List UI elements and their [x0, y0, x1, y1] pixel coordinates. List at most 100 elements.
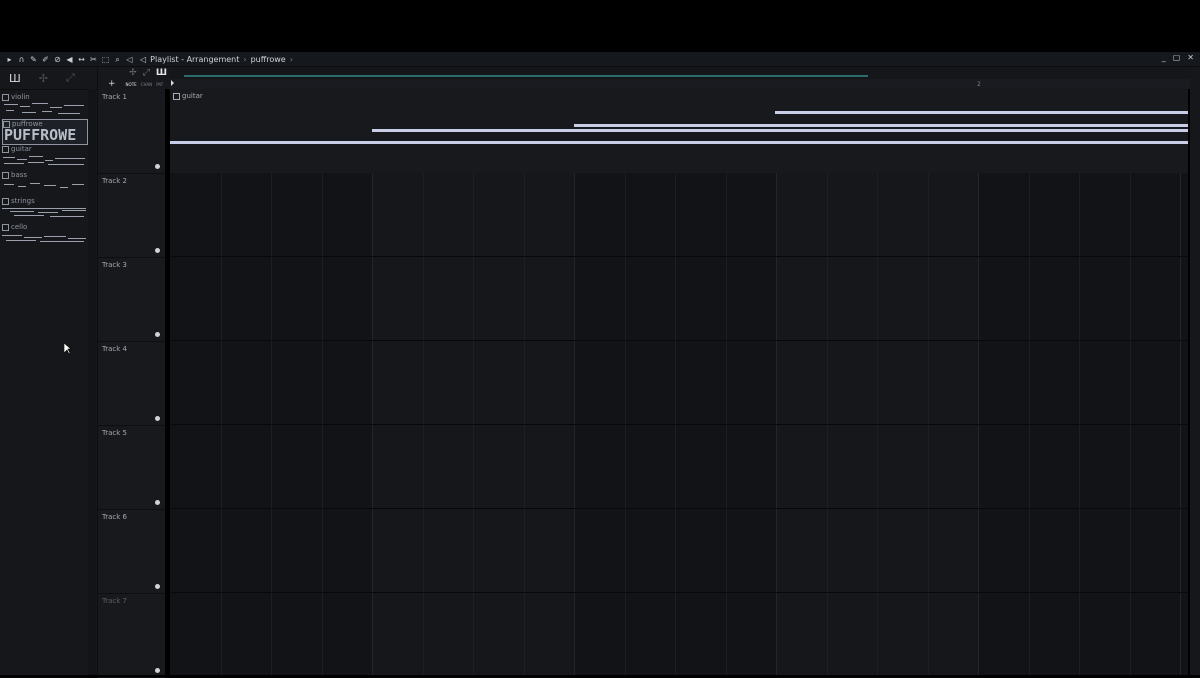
close-button[interactable]: ✕: [1187, 53, 1194, 62]
track-enable-button[interactable]: [155, 584, 160, 589]
pattern-icon: [2, 145, 9, 153]
minimize-button[interactable]: _: [1162, 53, 1166, 62]
pattern-list: violin puffrowe PUFFROWE guitar bass str…: [2, 93, 88, 249]
track-name: Track 6: [102, 513, 127, 521]
mute-icon[interactable]: ◀: [65, 55, 74, 64]
track-row-divider: [170, 340, 1188, 341]
pattern-item-violin[interactable]: violin: [2, 93, 88, 119]
pattern-preview: [2, 180, 86, 194]
grid-column-line: [220, 89, 222, 675]
mode-pat[interactable]: PAT: [156, 82, 163, 87]
pattern-preview: [2, 102, 86, 116]
piano-roll-tool-icon[interactable]: Ш: [9, 72, 21, 85]
track-header[interactable]: Track 4: [98, 341, 165, 426]
letterbox-top: [0, 0, 1200, 52]
breadcrumb-separator-icon: ›: [243, 54, 247, 64]
grid-column-line: [1079, 89, 1080, 675]
grid-column-line: [271, 89, 272, 675]
select-icon[interactable]: ⬚: [101, 55, 110, 64]
track-header[interactable]: Track 5: [98, 425, 165, 510]
pattern-item-guitar[interactable]: guitar: [2, 145, 88, 171]
window-controls: _ ▢ ✕: [1162, 53, 1194, 62]
playlist-tools: ✢ ⤢ Ш + NOTE CHAN PAT: [98, 67, 170, 89]
track-header[interactable]: Track 3: [98, 257, 165, 342]
grid-column-line: [1028, 89, 1030, 675]
add-track-button[interactable]: +: [108, 79, 116, 89]
track-name: Track 4: [102, 345, 127, 353]
breadcrumb-pattern[interactable]: puffrowe: [251, 55, 286, 64]
grid-column-line: [877, 89, 878, 675]
maximize-button[interactable]: ▢: [1173, 53, 1181, 62]
zoom-icon[interactable]: ⌕: [113, 55, 122, 64]
time-ruler[interactable]: 2: [170, 79, 1190, 89]
browser-scrollbar[interactable]: [88, 89, 96, 675]
clip-note: [170, 141, 1188, 144]
breadcrumb-playlist[interactable]: Playlist - Arrangement: [150, 55, 239, 64]
track-enable-button[interactable]: [155, 500, 160, 505]
grid-column-line: [473, 89, 474, 675]
breadcrumb: ◁ Playlist - Arrangement › puffrowe ›: [140, 55, 293, 64]
clip-note: [372, 129, 1188, 132]
move-tool-icon[interactable]: ✢: [39, 72, 48, 85]
mouse-cursor-icon: [64, 343, 72, 355]
bar-number: 2: [977, 81, 981, 88]
track-enable-button[interactable]: [155, 416, 160, 421]
grid-column-line: [1129, 89, 1131, 675]
mode-chan[interactable]: CHAN: [141, 82, 153, 87]
slice-icon[interactable]: ✂: [89, 55, 98, 64]
track-name: Track 7: [102, 597, 127, 605]
piano-icon[interactable]: Ш: [156, 68, 167, 78]
playhead-marker-icon[interactable]: [171, 80, 174, 86]
track-name: Track 2: [102, 177, 127, 185]
clip-note: [574, 124, 1188, 127]
delete-icon[interactable]: ⊘: [53, 55, 62, 64]
pattern-icon: [173, 92, 180, 100]
track-enable-button[interactable]: [155, 332, 160, 337]
track-header[interactable]: Track 6: [98, 509, 165, 594]
pattern-name: strings: [11, 197, 35, 205]
grid-column-line: [574, 89, 575, 675]
pattern-item-puffrowe[interactable]: puffrowe PUFFROWE: [2, 119, 88, 145]
grid-column-line: [422, 89, 424, 675]
playlist-grid[interactable]: guitar: [170, 89, 1188, 675]
clip-label: guitar: [173, 92, 203, 100]
magnet-icon[interactable]: ∩: [17, 55, 26, 64]
pattern-big-label: PUFFROWE: [4, 126, 77, 144]
track-header[interactable]: Track 1: [98, 89, 165, 174]
track-row-divider: [170, 256, 1188, 257]
grid-column-line: [624, 89, 626, 675]
move-icon[interactable]: ✢: [129, 68, 137, 78]
title-bar: ▸ ∩ ✎ ✐ ⊘ ◀ ↔ ✂ ⬚ ⌕ ◁ ◁ Playlist - Arran…: [0, 52, 1200, 67]
vertical-scrollbar[interactable]: [1190, 67, 1200, 675]
speaker-icon[interactable]: ◁: [125, 55, 134, 64]
track-enable-button[interactable]: [155, 248, 160, 253]
breadcrumb-separator-icon: ›: [289, 54, 293, 64]
pattern-item-bass[interactable]: bass: [2, 171, 88, 197]
pattern-icon: [2, 223, 9, 231]
track-header[interactable]: Track 2: [98, 173, 165, 258]
timeline[interactable]: 2: [170, 67, 1190, 89]
grid-column-line: [523, 89, 525, 675]
grid-column-line: [927, 89, 929, 675]
paint-icon[interactable]: ✐: [41, 55, 50, 64]
horizontal-scrollbar[interactable]: [184, 75, 868, 77]
resize-icon[interactable]: ⤢: [143, 68, 150, 78]
track-header[interactable]: Track 7: [98, 593, 165, 678]
pattern-name: bass: [11, 171, 28, 179]
track-enable-button[interactable]: [155, 668, 160, 673]
track-name: Track 3: [102, 261, 127, 269]
track-enable-button[interactable]: [155, 164, 160, 169]
pattern-browser: Ш ✢ ⤢ violin puffrowe PUFFROWE guitar ba…: [0, 67, 98, 675]
clip-name: guitar: [182, 92, 203, 100]
track-headers: Track 1 Track 2 Track 3 Track 4 Track 5 …: [98, 89, 165, 678]
pattern-item-strings[interactable]: strings: [2, 197, 88, 223]
mode-note[interactable]: NOTE: [126, 82, 137, 87]
pattern-clip[interactable]: guitar: [170, 89, 1188, 173]
pencil-icon[interactable]: ✎: [29, 55, 38, 64]
expand-tool-icon[interactable]: ⤢: [66, 71, 75, 85]
grid-column-line: [725, 89, 727, 675]
slip-icon[interactable]: ↔: [77, 55, 86, 64]
play-arrow-icon[interactable]: ▸: [5, 55, 14, 64]
track-name: Track 1: [102, 93, 127, 101]
pattern-item-cello[interactable]: cello: [2, 223, 88, 249]
